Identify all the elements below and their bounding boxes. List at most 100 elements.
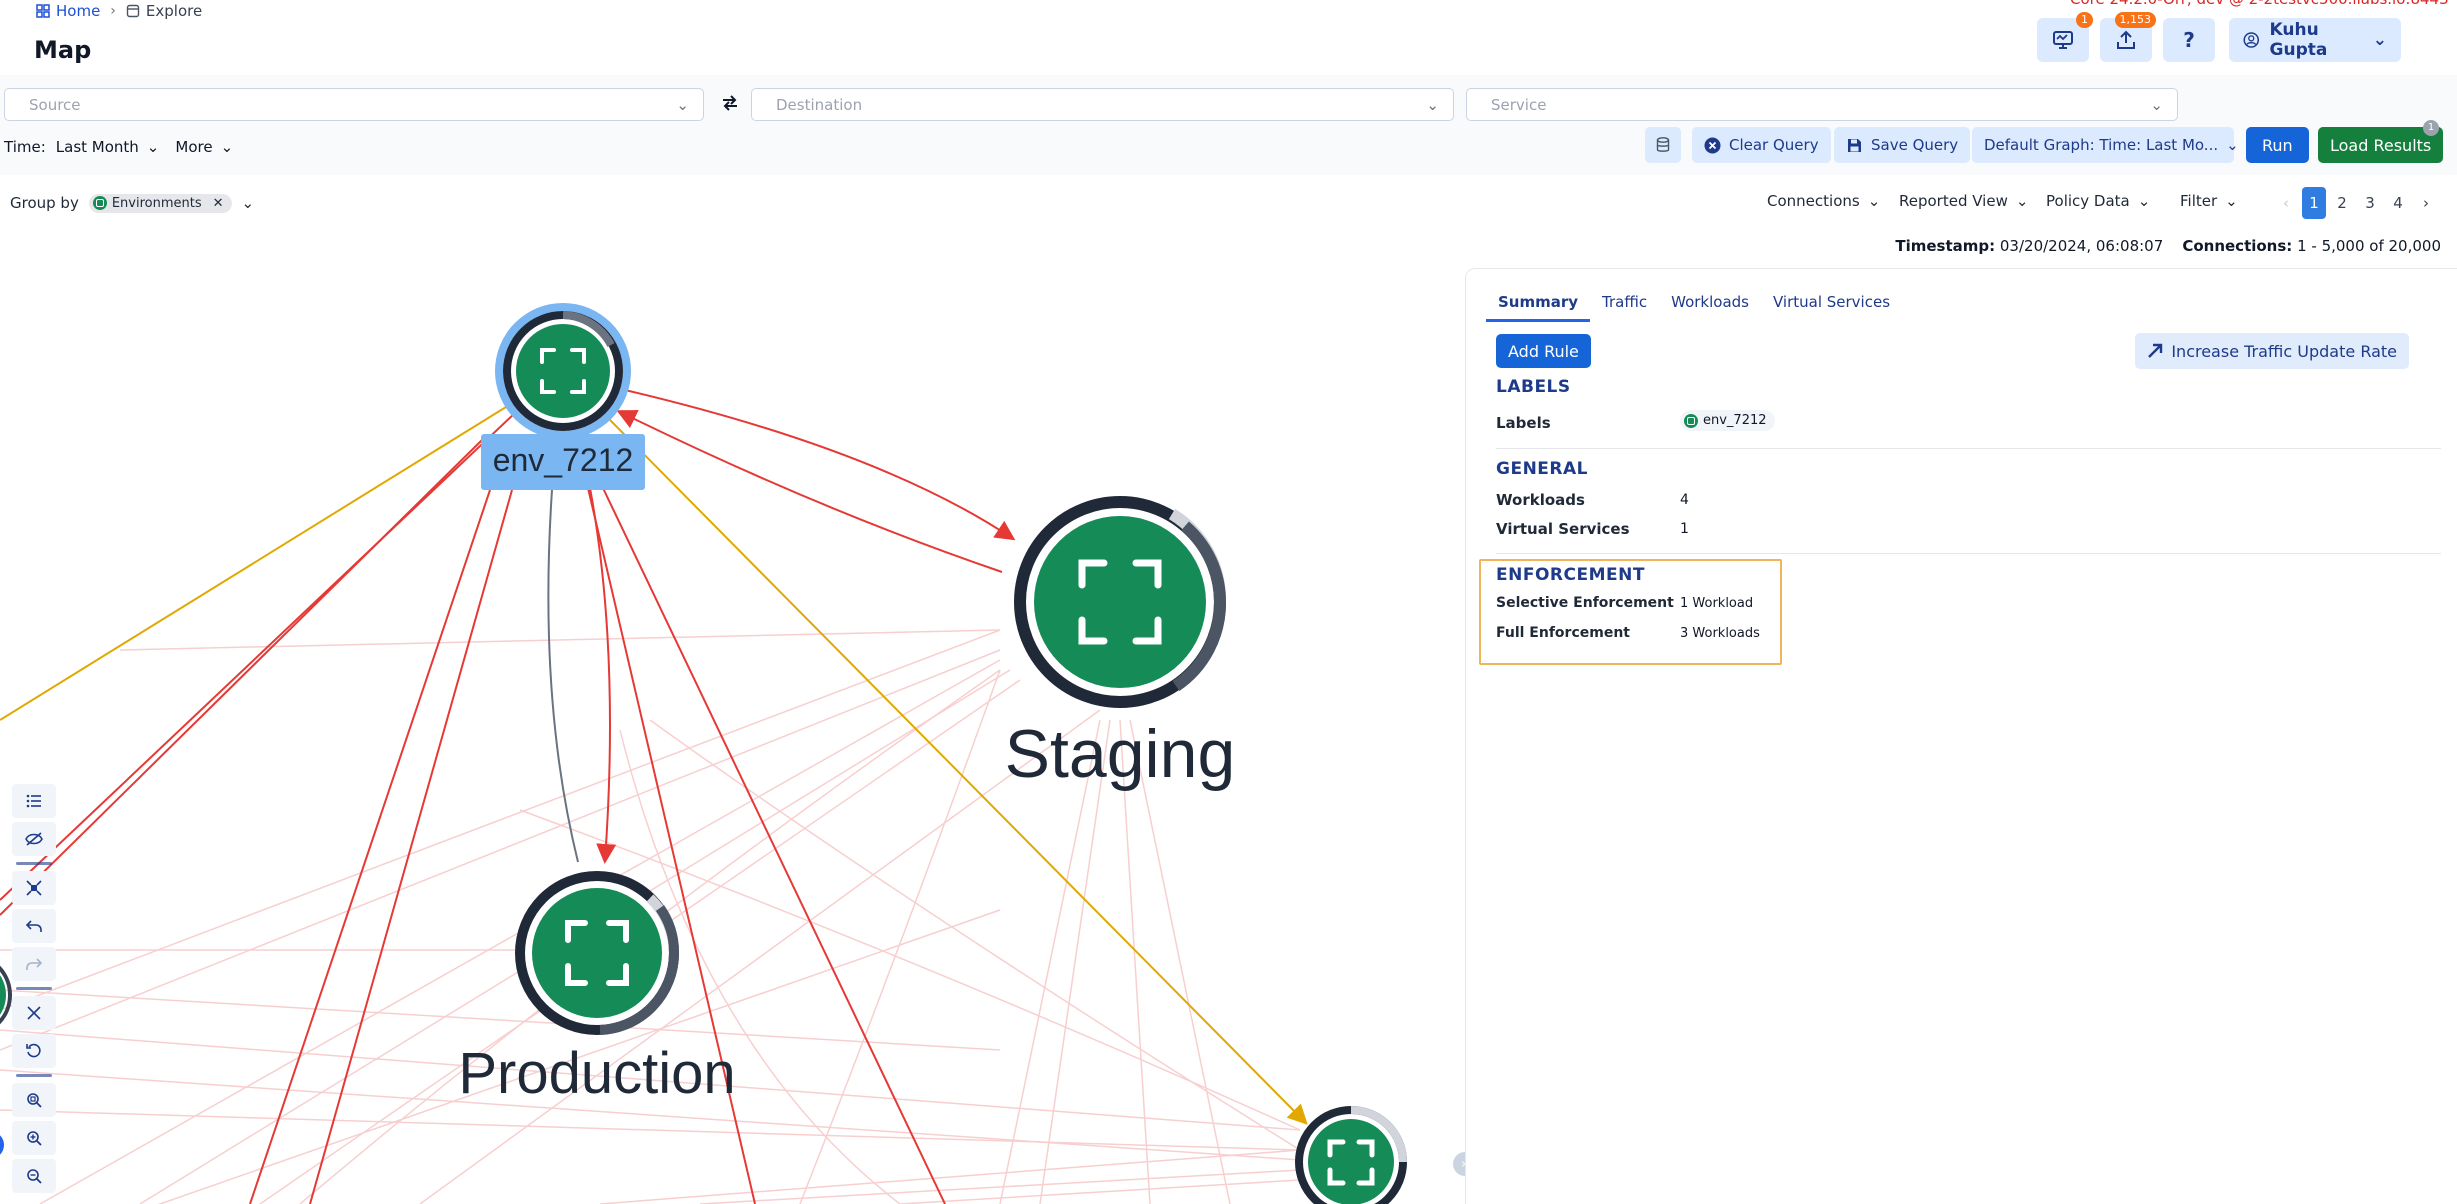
user-menu[interactable]: Kuhu Gupta ⌄ [2229,18,2401,62]
connections-dropdown[interactable]: Connections ⌄ [1767,192,1880,210]
chevron-down-icon[interactable]: ⌄ [242,194,255,212]
user-name: Kuhu Gupta [2269,20,2328,60]
database-button[interactable] [1645,127,1681,163]
swap-icon[interactable] [718,91,742,115]
page-4[interactable]: 4 [2384,187,2412,219]
service-select[interactable]: Service ⌄ [1466,88,2178,121]
list-icon [26,794,41,808]
collapse-icon [27,1006,41,1020]
breadcrumb-current: Explore [126,2,202,20]
upload-icon [2117,30,2135,49]
group-by-chip-label: Environments [111,195,202,211]
reported-view-dropdown[interactable]: Reported View ⌄ [1899,192,2028,210]
collapse-button[interactable] [12,996,56,1030]
chevron-down-icon: ⌄ [2372,30,2387,50]
save-query-button[interactable]: Save Query [1834,127,1971,163]
notifications-button[interactable]: 1 [2037,12,2093,62]
prev-page-icon[interactable]: ‹ [2272,187,2300,219]
node-staging[interactable] [1014,496,1227,708]
top-bar: Home › Explore Map Core 24.2.0-Orr, dev … [0,0,2457,75]
service-placeholder: Service [1491,95,1547,114]
reported-view-label: Reported View [1899,192,2008,210]
fit-button[interactable] [12,871,56,905]
chevron-right-icon: › [110,3,116,19]
help-button[interactable]: ? [2163,18,2215,62]
next-page-icon[interactable]: › [2412,187,2440,219]
clear-query-label: Clear Query [1729,136,1819,154]
time-dropdown[interactable]: Last Month ⌄ [56,138,160,156]
timestamp-value: 03/20/2024, 06:08:07 [1999,237,2164,255]
policy-data-dropdown[interactable]: Policy Data ⌄ [2046,192,2150,210]
breadcrumb-home[interactable]: Home [36,2,100,20]
time-row: Time: Last Month ⌄ More ⌄ [4,133,233,161]
increase-traffic-rate-label: Increase Traffic Update Rate [2171,341,2397,361]
map-canvas[interactable]: env_7212 Staging Production [0,250,1465,1204]
undo-button[interactable] [12,909,56,943]
node-4[interactable] [1295,1106,1407,1204]
node-left-bottom-partial[interactable] [0,1131,4,1159]
default-graph-select[interactable]: Default Graph: Time: Last Mo... ⌄ [1972,127,2239,163]
labels-key: Labels [1496,414,1551,432]
labels-heading: LABELS [1496,377,1571,397]
zoom-to-fit-button[interactable] [12,1083,56,1117]
run-button[interactable]: Run [2246,127,2309,163]
source-select[interactable]: Source ⌄ [4,88,704,121]
zoom-out-button[interactable] [12,1159,56,1193]
node-production[interactable] [515,871,680,1035]
policy-data-label: Policy Data [2046,192,2130,210]
remove-icon[interactable]: ✕ [213,196,224,211]
redo-button[interactable] [12,947,56,981]
chevron-down-icon: ⌄ [2150,95,2163,114]
arrow-up-right-icon [2148,343,2163,358]
filter-dropdown[interactable]: Filter ⌄ [2180,192,2238,210]
environment-icon [1684,413,1698,428]
enforcement-heading: ENFORCEMENT [1496,565,1645,585]
hide-button[interactable] [12,822,56,856]
save-icon [1848,138,1861,152]
selective-enforcement-key: Selective Enforcement [1496,595,1674,611]
connections-stat-value: 1 - 5,000 of 20,000 [2297,237,2441,255]
explore-icon [126,4,140,18]
edge-production-to-env [547,489,579,863]
node-left-partial[interactable] [0,955,12,1035]
tab-traffic[interactable]: Traffic [1590,293,1659,322]
notifications-badge: 1 [2076,12,2093,28]
toolbar-divider [16,1074,52,1077]
add-rule-button[interactable]: Add Rule [1496,334,1591,368]
reset-button[interactable] [12,1034,56,1068]
node-staging-label: Staging [1005,716,1236,792]
legend-button[interactable] [12,784,56,818]
chevron-down-icon: ⌄ [220,138,234,156]
chevron-down-icon: ⌄ [146,138,160,156]
edge-env-to-staging [624,389,1016,541]
full-enforcement-value: 3 Workloads [1680,626,1760,641]
more-label: More [175,138,213,156]
destination-select[interactable]: Destination ⌄ [751,88,1454,121]
group-by-label: Group by [10,194,79,212]
page-1[interactable]: 1 [2302,187,2326,219]
tab-summary[interactable]: Summary [1486,293,1591,322]
redo-icon [26,958,42,970]
more-dropdown[interactable]: More ⌄ [175,138,233,156]
virtual-services-key: Virtual Services [1496,520,1630,538]
time-value: Last Month [55,138,139,156]
grid-icon [36,4,50,18]
traffic-map[interactable]: env_7212 Staging Production [0,250,1465,1204]
tab-workloads[interactable]: Workloads [1659,293,1761,322]
reset-icon [26,1043,41,1058]
divider [1496,553,2441,554]
general-heading: GENERAL [1496,459,1588,479]
breadcrumb-home-label: Home [56,2,101,20]
group-by-chip[interactable]: Environments ✕ [88,193,232,213]
label-chip: env_7212 [1680,410,1775,431]
page-3[interactable]: 3 [2356,187,2384,219]
uploads-button[interactable]: 1,153 [2100,12,2156,62]
page-2[interactable]: 2 [2328,187,2356,219]
increase-traffic-rate-button[interactable]: Increase Traffic Update Rate [2135,333,2409,369]
tab-virtual-services[interactable]: Virtual Services [1761,293,1902,322]
zoom-in-button[interactable] [12,1121,56,1155]
clear-query-button[interactable]: Clear Query [1692,127,1831,163]
chevron-down-icon: ⌄ [2137,192,2151,210]
node-env-7212[interactable] [495,303,631,439]
panel-tabs: Summary Traffic Workloads Virtual Servic… [1486,293,1902,322]
